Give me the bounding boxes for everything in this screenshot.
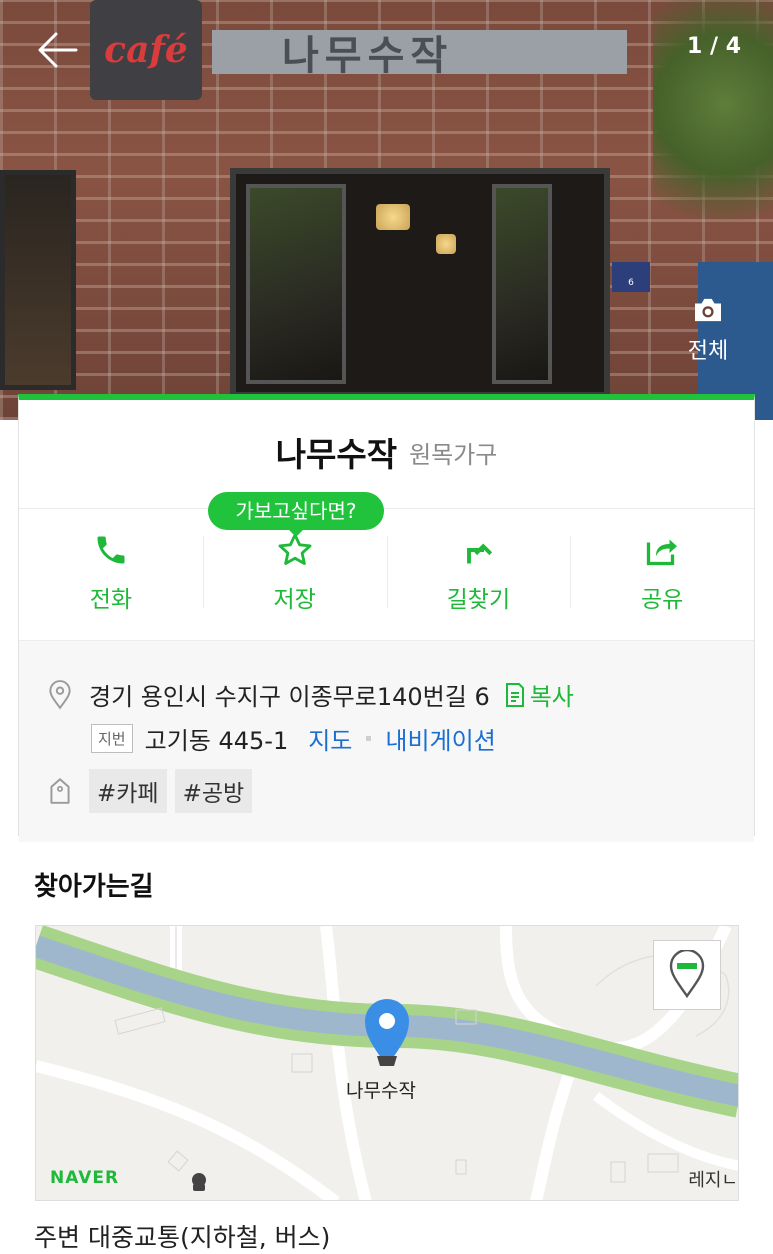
transit-title: 주변 대중교통(지하철, 버스) [34, 1223, 331, 1252]
tag-icon [50, 778, 70, 804]
road-address: 경기 용인시 수지구 이종무로140번길 6 [89, 683, 490, 711]
hashtag[interactable]: #공방 [174, 769, 253, 813]
address-section: 경기 용인시 수지구 이종무로140번길 6 복사 지번 고기동 445-1 지… [19, 640, 754, 842]
hashtag[interactable]: #카페 [89, 769, 167, 813]
save-tooltip[interactable]: 가보고싶다면? [208, 492, 384, 537]
view-all-label: 전체 [687, 339, 729, 364]
map-place-label: 나무수작 [346, 1080, 416, 1102]
photo-name-sign: 나무수작 [212, 30, 627, 79]
directions-label: 길찾기 [446, 587, 511, 613]
directions-icon [467, 543, 493, 564]
map-pin-icon[interactable] [362, 996, 412, 1072]
copy-label: 복사 [529, 683, 574, 711]
map-edge-label: 레지ㄴ [688, 1170, 738, 1191]
title-row: 나무수작 원목가구 [19, 428, 754, 476]
save-button[interactable]: 저장 [202, 530, 387, 614]
photo-lamp [376, 204, 410, 230]
copy-address-button[interactable]: 복사 [504, 677, 574, 712]
address-row: 경기 용인시 수지구 이종무로140번길 6 복사 [47, 677, 574, 712]
jibun-row: 지번 고기동 445-1 지도 내비게이션 [91, 721, 496, 756]
map-pin-outline-icon [669, 950, 705, 999]
divider [19, 508, 754, 509]
photo-counter: 1 / 4 [687, 34, 741, 59]
camera-icon [695, 298, 721, 322]
photo-entrance [230, 168, 610, 398]
share-label: 공유 [640, 587, 684, 613]
cafe-marker-icon [192, 1173, 206, 1191]
photo-lamp [436, 234, 456, 254]
jibun-tag: 지번 [91, 724, 133, 753]
jibun-address: 고기동 445-1 [144, 727, 289, 755]
place-name: 나무수작 [275, 435, 398, 474]
location-pin-icon [49, 679, 71, 709]
photo-door-pane [246, 184, 346, 384]
share-icon [646, 539, 678, 566]
place-category: 원목가구 [409, 440, 498, 469]
view-all-photos-button[interactable]: 전체 [680, 297, 736, 365]
call-button[interactable]: 전화 [19, 530, 203, 614]
directions-button[interactable]: 길찾기 [386, 530, 571, 614]
call-label: 전화 [89, 587, 133, 613]
phone-icon [97, 536, 125, 564]
navigation-link[interactable]: 내비게이션 [385, 721, 495, 756]
place-info-card: 나무수작 원목가구 전화 저장 길찾기 공유 가보고싶다면? 경기 용인시 수지… [18, 394, 755, 842]
photo-door-pane [492, 184, 552, 384]
photo-address-plate: 6 [612, 262, 650, 292]
tag-row: #카페 #공방 [47, 769, 253, 813]
location-map[interactable]: 나무수작 NAVER 레지ㄴ [35, 925, 739, 1201]
arrow-left-icon [38, 32, 78, 68]
copy-icon [505, 682, 524, 707]
photo-cafe-sign: café [90, 0, 202, 100]
share-button[interactable]: 공유 [570, 530, 754, 614]
back-button[interactable] [34, 30, 78, 70]
place-photo[interactable]: 6 café 나무수작 1 / 4 전체 [0, 0, 773, 420]
action-bar: 전화 저장 길찾기 공유 [19, 530, 754, 614]
naver-map-logo: NAVER [50, 1168, 120, 1188]
map-link[interactable]: 지도 [308, 721, 352, 756]
map-location-button[interactable] [653, 940, 721, 1010]
separator-dot [366, 736, 372, 741]
directions-title: 찾아가는길 [34, 872, 154, 902]
photo-window [0, 170, 76, 390]
save-label: 저장 [273, 587, 316, 613]
